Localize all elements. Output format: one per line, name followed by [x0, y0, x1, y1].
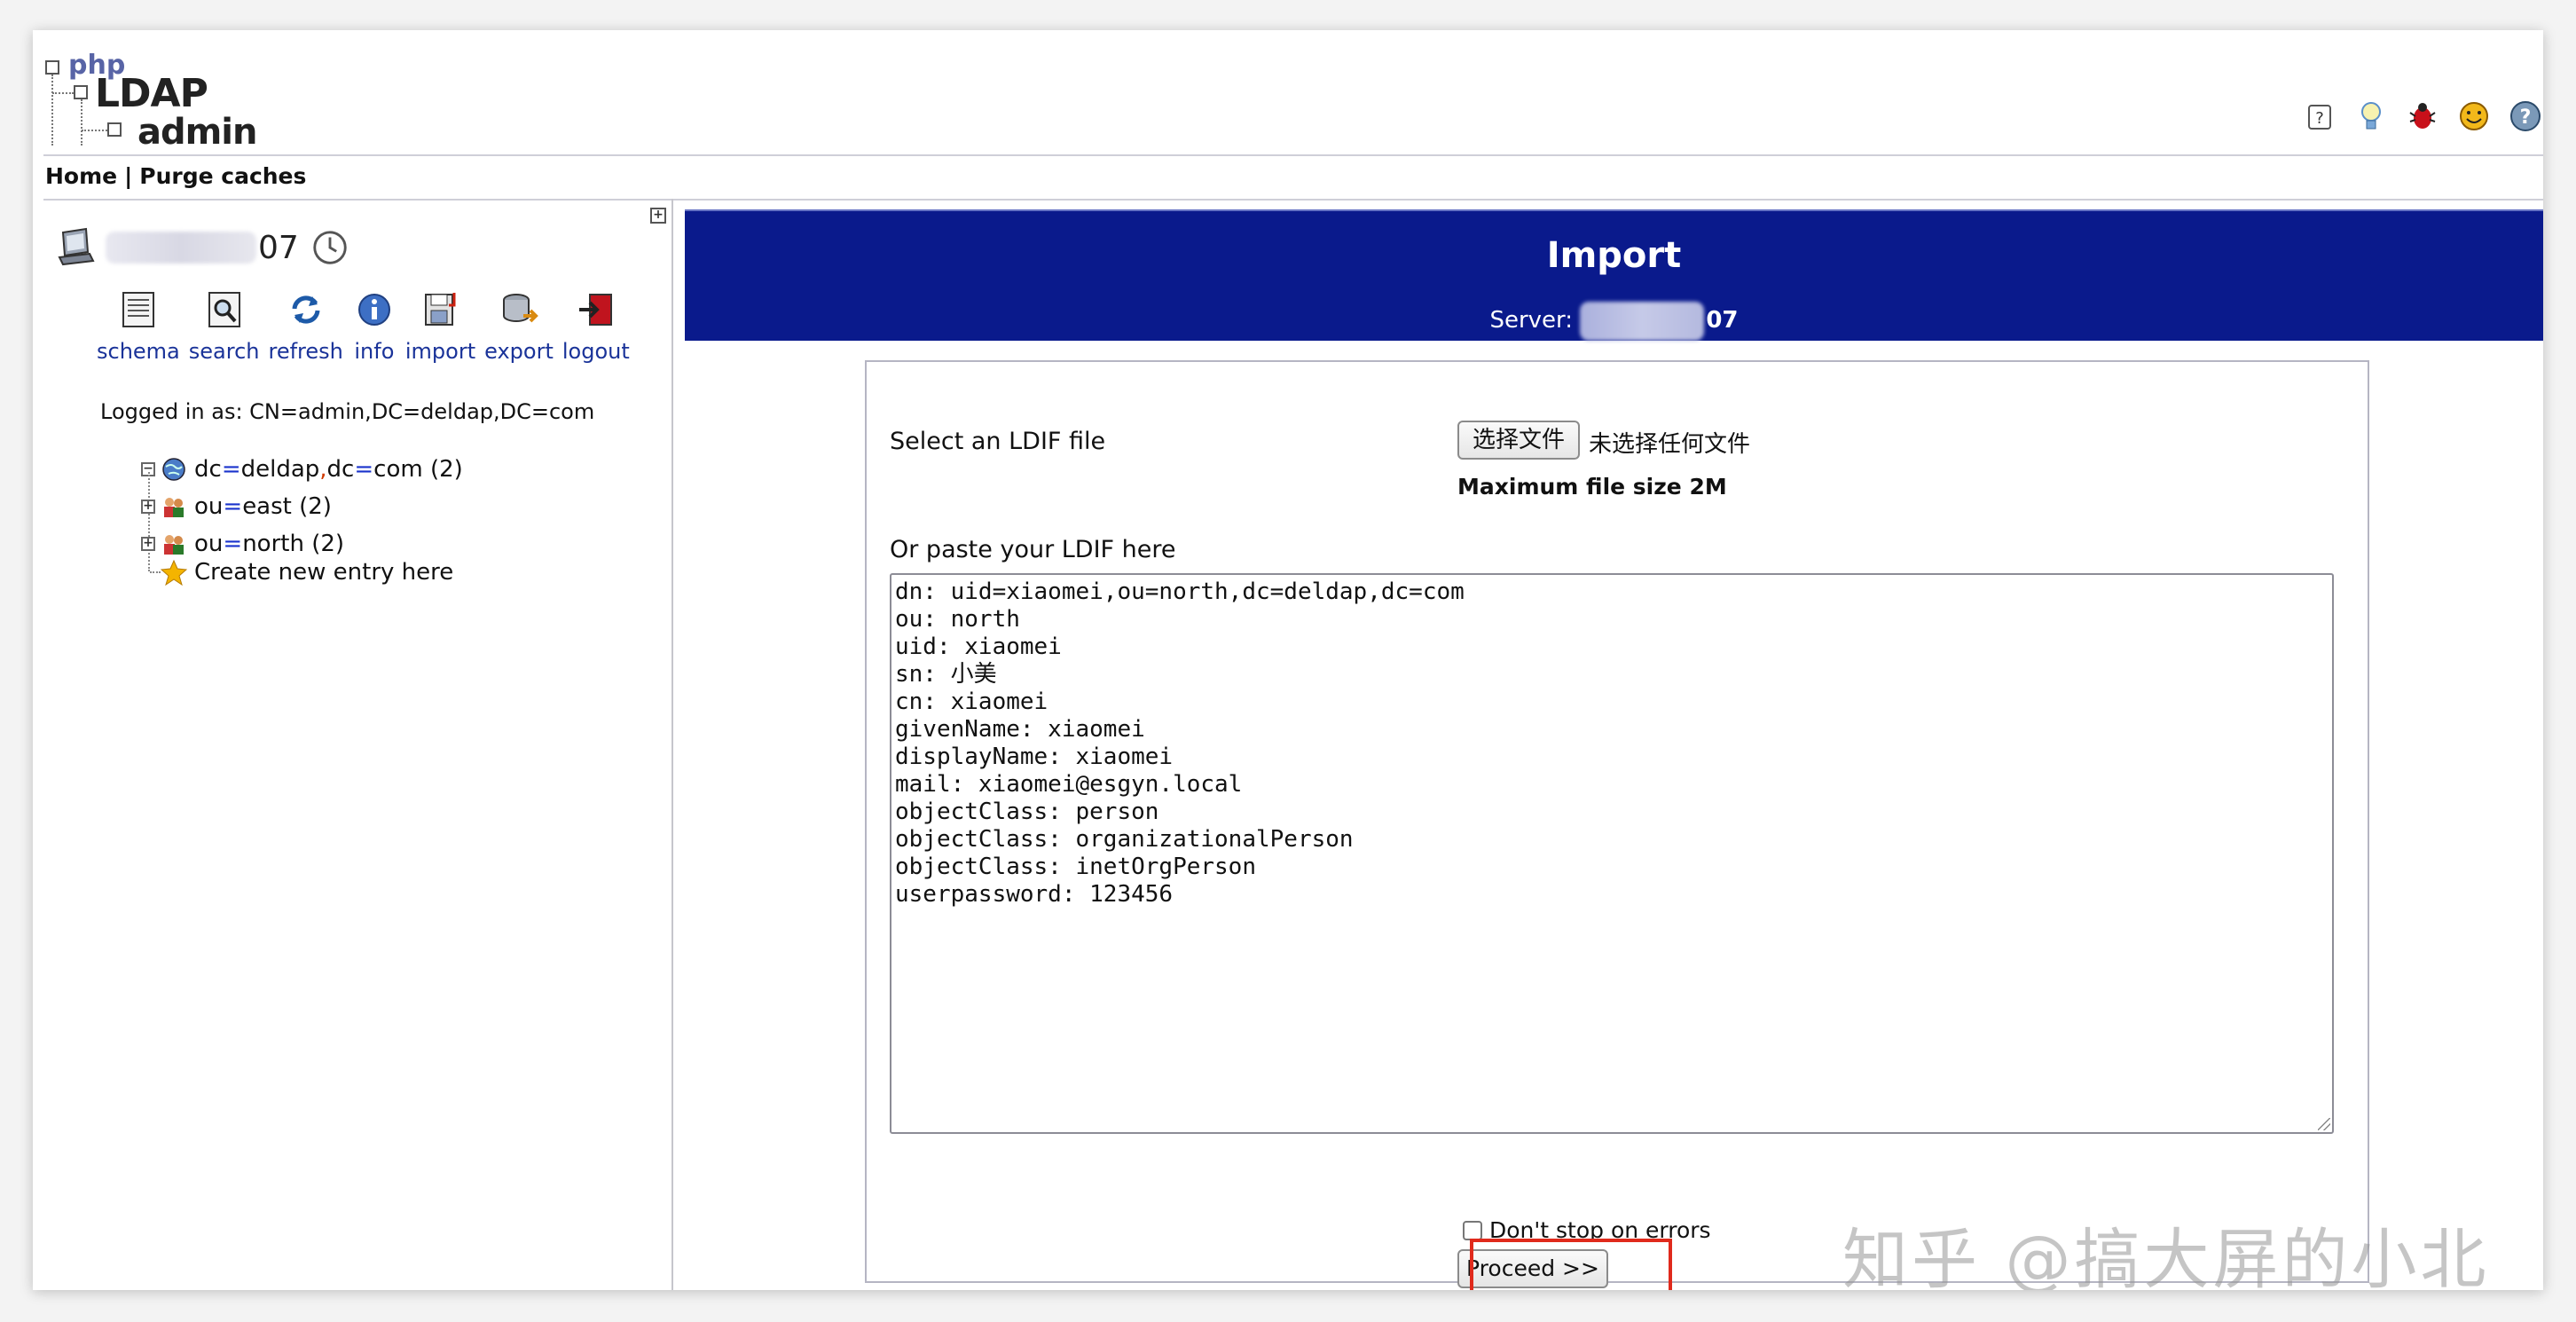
search-button[interactable]: search — [189, 287, 260, 364]
logout-label: logout — [562, 339, 630, 364]
logged-in-text: Logged in as: CN=admin,DC=deldap,DC=com — [100, 399, 595, 424]
help-icon[interactable]: ? — [2302, 98, 2337, 134]
server-header: 07 — [56, 225, 350, 270]
info-button[interactable]: info — [352, 287, 397, 364]
resize-handle[interactable] — [2318, 1118, 2330, 1130]
search-label: search — [188, 339, 260, 364]
header-divider — [43, 154, 2543, 156]
logo-ldap: LDAP — [95, 71, 208, 116]
choose-file-button[interactable]: 选择文件 — [1457, 421, 1580, 460]
logo-admin: admin — [137, 112, 257, 153]
import-form: Select an LDIF file 选择文件 未选择任何文件 Maximum… — [865, 360, 2369, 1288]
ldif-textarea[interactable]: dn: uid=xiaomei,ou=north,dc=deldap,dc=co… — [890, 573, 2334, 1134]
globe-icon — [162, 458, 185, 481]
export-label: export — [484, 339, 554, 364]
svg-text:?: ? — [2520, 106, 2532, 129]
browser-window: php LDAP admin ? ? Home | Purge caches + 0… — [33, 30, 2543, 1290]
home-link[interactable]: Home — [45, 163, 117, 189]
smiley-icon[interactable] — [2456, 98, 2492, 134]
menu-separator: | — [124, 163, 133, 189]
import-label: import — [404, 339, 476, 364]
watermark: 知乎 @搞大屏的小北 — [1842, 1222, 2490, 1290]
phpldapadmin-logo[interactable]: php LDAP admin — [45, 50, 257, 156]
org-unit-icon — [164, 498, 184, 517]
paste-ldif-label: Or paste your LDIF here — [890, 536, 1176, 563]
import-button[interactable]: import — [405, 287, 475, 364]
logout-button[interactable]: logout — [562, 287, 630, 364]
server-subtitle: Server: 07 — [685, 300, 2543, 341]
redacted-server-address — [106, 232, 256, 264]
left-panel: + 07 schema search refresh info import e… — [43, 199, 673, 1290]
expand-panel-button[interactable]: + — [650, 208, 666, 224]
page-title: Import — [685, 209, 2543, 300]
info-label: info — [354, 339, 395, 364]
export-button[interactable]: export — [484, 287, 554, 364]
refresh-button[interactable]: refresh — [269, 287, 343, 364]
server-toolbar: schema search refresh info import export — [97, 287, 639, 364]
no-file-text: 未选择任何文件 — [1589, 431, 1751, 458]
schema-button[interactable]: schema — [97, 287, 180, 364]
schema-icon — [122, 292, 154, 327]
proceed-highlight-box — [1470, 1239, 1672, 1290]
refresh-label: refresh — [268, 339, 343, 364]
lightbulb-icon[interactable] — [2353, 98, 2389, 134]
import-icon — [424, 293, 455, 326]
org-unit-icon — [164, 535, 184, 555]
logo-box-icon — [74, 85, 88, 99]
info-icon — [357, 294, 390, 326]
top-menu: Home | Purge caches — [45, 163, 306, 189]
redacted-server-address — [1580, 301, 1705, 341]
expand-icon[interactable]: + — [141, 500, 155, 514]
svg-text:?: ? — [2315, 109, 2324, 128]
logo-box-icon — [45, 60, 59, 75]
expand-icon[interactable]: + — [141, 537, 155, 551]
max-file-size-text: Maximum file size 2M — [1457, 474, 1727, 500]
star-icon — [161, 559, 187, 586]
dont-stop-checkbox[interactable] — [1463, 1220, 1482, 1240]
schema-label: schema — [97, 339, 180, 364]
clock-icon[interactable] — [310, 227, 350, 268]
logo-box-icon — [107, 122, 122, 137]
tree-item-north[interactable]: + ou = north (2) — [141, 531, 344, 557]
tree-create-entry[interactable]: Create new entry here — [161, 559, 453, 586]
search-icon — [208, 292, 240, 327]
logout-icon — [578, 294, 612, 326]
tree-item-east[interactable]: + ou = east (2) — [141, 493, 332, 520]
refresh-icon — [292, 295, 320, 324]
select-ldif-label: Select an LDIF file — [890, 428, 1106, 455]
bug-icon[interactable] — [2405, 98, 2440, 134]
server-computer-icon — [58, 227, 95, 266]
export-icon — [503, 294, 538, 323]
tree-root[interactable]: − dc = deldap, dc = com (2) — [141, 456, 463, 483]
purge-caches-link[interactable]: Purge caches — [139, 163, 306, 189]
question-icon[interactable]: ? — [2508, 98, 2543, 134]
top-icon-bar: ? ? — [2302, 92, 2543, 140]
server-name[interactable]: 07 — [106, 230, 299, 266]
